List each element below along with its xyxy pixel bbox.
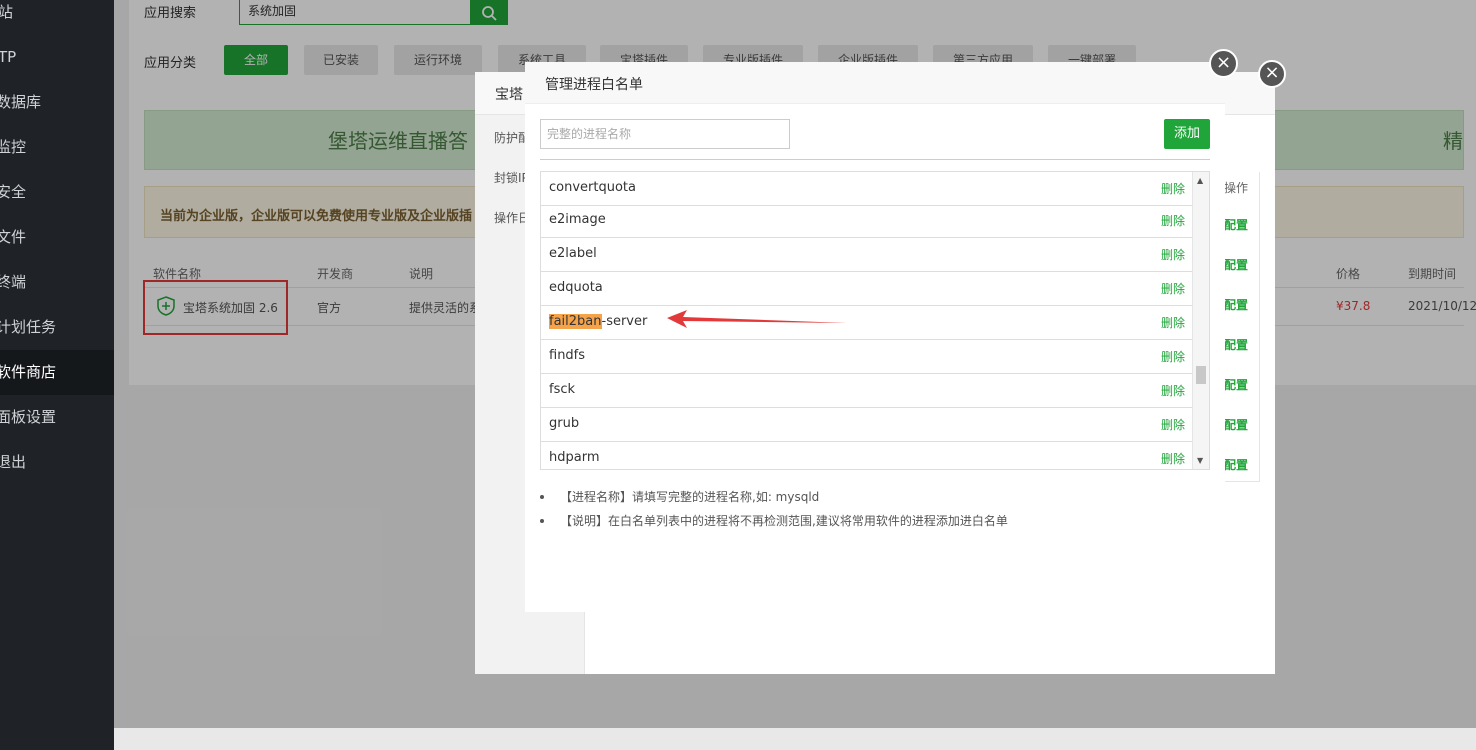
process-list: convertquota 删除 e2image 删除 e2label 删除 ed…: [540, 171, 1210, 470]
list-item: e2label 删除: [541, 238, 1193, 272]
delete-link[interactable]: 删除: [1161, 180, 1185, 197]
delete-link[interactable]: 删除: [1161, 314, 1185, 331]
list-item: fsck 删除: [541, 374, 1193, 408]
list-scrollbar[interactable]: ▲ ▼: [1192, 172, 1209, 469]
page-footer: [114, 728, 1476, 750]
delete-link[interactable]: 删除: [1161, 450, 1185, 467]
sidebar-item-terminal[interactable]: 终端: [0, 260, 110, 305]
config-link[interactable]: 配置: [1224, 376, 1248, 393]
sidebar-item-database[interactable]: 数据库: [0, 80, 110, 125]
caret-down-icon[interactable]: ▼: [1197, 456, 1203, 465]
config-link[interactable]: 配置: [1224, 216, 1248, 233]
sidebar-item-cron[interactable]: 计划任务: [0, 305, 110, 350]
delete-link[interactable]: 删除: [1161, 416, 1185, 433]
sidebar-item-website[interactable]: 站: [0, 0, 112, 35]
config-link[interactable]: 配置: [1224, 416, 1248, 433]
delete-link[interactable]: 删除: [1161, 280, 1185, 297]
caret-up-icon[interactable]: ▲: [1197, 176, 1203, 185]
tab-block-ip[interactable]: 封锁IP: [494, 169, 529, 186]
sidebar-item-logout[interactable]: 退出: [0, 440, 110, 485]
config-link[interactable]: 配置: [1224, 256, 1248, 273]
help-tips: 【进程名称】请填写完整的进程名称,如: mysqld 【说明】在白名单列表中的进…: [540, 487, 1210, 535]
scrollbar-thumb[interactable]: [1196, 366, 1206, 384]
config-link[interactable]: 配置: [1224, 456, 1248, 473]
sidebar-item-monitor[interactable]: 监控: [0, 125, 110, 170]
delete-link[interactable]: 删除: [1161, 246, 1185, 263]
list-item: fail2ban-server 删除: [541, 306, 1193, 340]
delete-link[interactable]: 删除: [1161, 348, 1185, 365]
process-name-input[interactable]: [540, 119, 790, 149]
sidebar-item-files[interactable]: 文件: [0, 215, 110, 260]
sidebar-item-store[interactable]: 软件商店: [0, 350, 114, 395]
list-item: grub 删除: [541, 408, 1193, 442]
delete-link[interactable]: 删除: [1161, 212, 1185, 229]
annotation-arrow-icon: [667, 310, 847, 328]
close-icon: ×: [1264, 62, 1280, 83]
plugin-dialog-close-button[interactable]: ×: [1258, 60, 1286, 88]
dialog-title: 管理进程白名单: [525, 62, 1225, 104]
close-icon: ×: [1215, 52, 1232, 73]
delete-link[interactable]: 删除: [1161, 382, 1185, 399]
sidebar: 站 TP 数据库 监控 安全 文件 终端 计划任务 软件商店 面板设置 退出: [0, 0, 114, 750]
list-item: hdparm 删除: [541, 442, 1193, 469]
sidebar-item-ftp[interactable]: TP: [0, 35, 112, 80]
sidebar-item-security[interactable]: 安全: [0, 170, 110, 215]
config-link[interactable]: 配置: [1224, 336, 1248, 353]
op-column-header: 操作: [1224, 181, 1249, 195]
list-item: e2image 删除: [541, 204, 1193, 238]
list-item: findfs 删除: [541, 340, 1193, 374]
list-item: convertquota 删除: [541, 172, 1193, 206]
tip-description: 【说明】在白名单列表中的进程将不再检测范围,建议将常用软件的进程添加进白名单: [540, 511, 1210, 535]
divider: [540, 159, 1210, 160]
dialog-close-button[interactable]: ×: [1209, 49, 1238, 78]
add-button[interactable]: 添加: [1164, 119, 1210, 149]
tip-process-name: 【进程名称】请填写完整的进程名称,如: mysqld: [540, 487, 1210, 511]
sidebar-item-settings[interactable]: 面板设置: [0, 395, 110, 440]
list-item: edquota 删除: [541, 272, 1193, 306]
whitelist-dialog: 管理进程白名单 添加 convertquota 删除 e2image 删除 e2…: [525, 62, 1225, 612]
config-link[interactable]: 配置: [1224, 296, 1248, 313]
